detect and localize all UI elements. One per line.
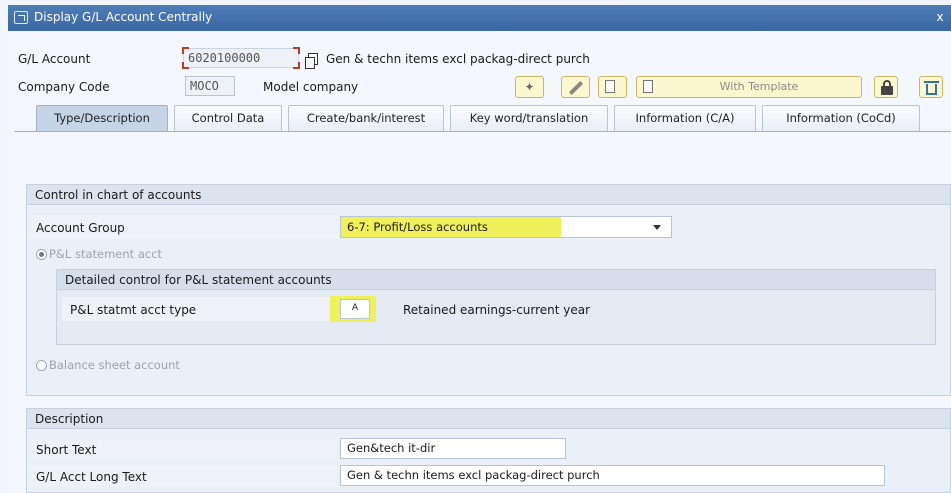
gl-account-field[interactable]: 6020100000 (182, 47, 300, 69)
account-group-value: 6-7: Profit/Loss accounts (347, 220, 488, 234)
account-group-label: Account Group (36, 221, 125, 235)
document-icon (605, 80, 615, 93)
tab-key-word-translation[interactable]: Key word/translation (450, 105, 608, 131)
create-button[interactable] (598, 76, 627, 98)
account-group-dropdown[interactable]: 6-7: Profit/Loss accounts (340, 216, 672, 238)
pencil-icon (568, 80, 584, 96)
with-template-label: With Template (719, 80, 799, 93)
focus-bracket-bl (182, 62, 189, 69)
company-name: Model company (263, 80, 359, 94)
window-title-bar: Display G/L Account Centrally x (8, 5, 951, 31)
tab-control-data[interactable]: Control Data (174, 105, 282, 131)
balance-sheet-radio-label: Balance sheet account (49, 358, 180, 372)
trash-icon (924, 81, 939, 83)
company-code-field[interactable]: MOCO (185, 76, 235, 96)
control-group-title: Control in chart of accounts (27, 185, 950, 205)
long-text-label: G/L Acct Long Text (36, 470, 147, 484)
gl-account-value: 6020100000 (188, 51, 261, 65)
chevron-down-icon[interactable] (653, 225, 661, 230)
short-text-label: Short Text (36, 443, 97, 457)
lock-body (881, 86, 893, 95)
focus-bracket-tl (182, 47, 189, 54)
detailed-control-title: Detailed control for P&L statement accou… (57, 270, 935, 290)
short-text-value: Gen&tech it-dir (347, 441, 436, 455)
copy-icon[interactable] (305, 53, 318, 69)
lock-button[interactable] (874, 76, 898, 98)
gl-account-description: Gen & techn items excl packag-direct pur… (326, 52, 590, 66)
display-change-button[interactable]: ✦ (515, 76, 544, 98)
company-code-value: MOCO (190, 79, 219, 93)
description-group-title: Description (27, 409, 950, 429)
pl-type-description: Retained earnings-current year (403, 303, 591, 317)
tab-create-bank-interest[interactable]: Create/bank/interest (288, 105, 444, 131)
focus-bracket-br (293, 62, 300, 69)
gl-account-label: G/L Account (18, 52, 91, 66)
close-icon[interactable]: x (933, 9, 947, 25)
pl-type-value: A (351, 303, 359, 313)
pl-type-label: P&L statmt acct type (70, 303, 197, 317)
display-window-icon (14, 11, 28, 24)
edit-button[interactable] (561, 76, 590, 98)
pl-statement-radio-label: P&L statement acct (49, 247, 163, 261)
long-text-value: Gen & techn items excl packag-direct pur… (347, 468, 600, 482)
short-text-field[interactable]: Gen&tech it-dir (340, 438, 566, 459)
tab-information-ca[interactable]: Information (C/A) (614, 105, 756, 131)
tab-information-cocd[interactable]: Information (CoCd) (762, 105, 920, 131)
with-template-button[interactable]: With Template (636, 76, 862, 98)
delete-button[interactable] (919, 76, 943, 98)
pl-statement-radio[interactable] (36, 249, 47, 260)
focus-bracket-tr (293, 47, 300, 54)
long-text-field[interactable]: Gen & techn items excl packag-direct pur… (340, 465, 885, 486)
trash-body (926, 84, 937, 95)
window-title: Display G/L Account Centrally (34, 10, 213, 24)
company-code-label: Company Code (18, 80, 110, 94)
glasses-pencil-icon: ✦ (524, 80, 535, 94)
pl-type-field[interactable]: A (340, 299, 370, 319)
tab-type-description[interactable]: Type/Description (36, 105, 168, 131)
balance-sheet-radio[interactable] (36, 360, 47, 371)
